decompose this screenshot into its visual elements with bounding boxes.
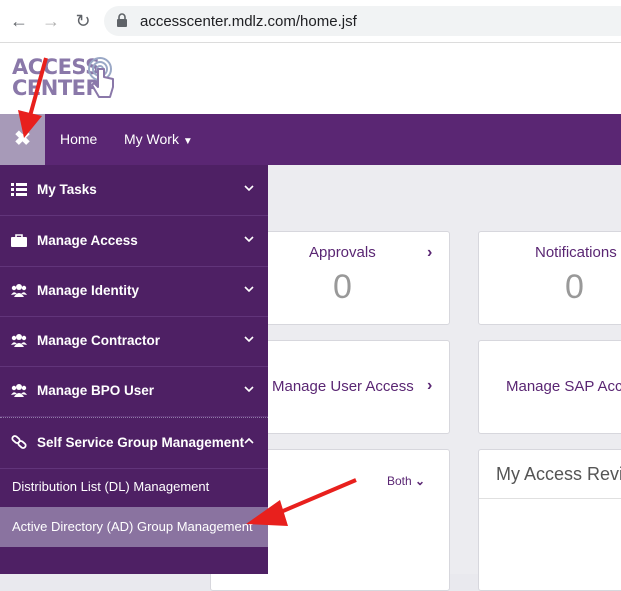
chevron-right-icon: › [427,377,433,394]
back-arrow-icon[interactable]: ← [8,10,30,32]
notifications-card[interactable]: Notifications 0 [478,231,621,325]
users-icon [11,284,27,297]
sidebar-item-self-service-group-management[interactable]: Self Service Group Management [0,417,268,469]
sidebar-item-my-tasks[interactable]: My Tasks [0,165,268,216]
notifications-count: 0 [565,268,584,306]
reload-icon[interactable]: ↻ [72,10,94,32]
sidebar-item-manage-access[interactable]: Manage Access [0,216,268,267]
approvals-count: 0 [333,268,352,306]
users-icon [11,384,27,397]
browser-toolbar: ← → ↻ accesscenter.mdlz.com/home.jsf [0,0,621,43]
sidebar-item-label: Manage BPO User [37,383,155,398]
nav-home[interactable]: Home [60,131,97,147]
briefcase-icon [11,234,27,247]
users-icon [11,334,27,347]
chevron-down-icon [244,185,254,192]
sidebar-subitem-ad-group-management[interactable]: Active Directory (AD) Group Management [0,507,268,547]
my-access-review-card: My Access Revi [478,449,621,591]
forward-arrow-icon[interactable]: → [40,10,62,32]
sidebar-item-label: Manage Contractor [37,333,161,348]
chevron-down-icon [244,236,254,243]
filter-dropdown[interactable]: Both ⌄ [387,474,425,488]
address-bar[interactable]: accesscenter.mdlz.com/home.jsf [104,6,621,36]
manage-sap-access-card[interactable]: Manage SAP Acc [478,340,621,434]
close-icon: ✖ [14,128,31,150]
app-header: ACCESS CENTER [0,43,621,114]
manage-sap-title: Manage SAP Acc [506,378,621,395]
sidebar-item-label: Self Service Group Management [37,435,245,450]
chevron-up-icon [244,437,254,444]
sidebar-subitem-label: Active Directory (AD) Group Management [12,519,253,534]
touch-hand-icon [88,57,114,98]
chevron-down-icon [244,386,254,393]
my-access-review-title: My Access Revi [496,464,621,484]
chevron-down-icon [244,286,254,293]
lock-icon [117,13,127,27]
top-navigation: ✖ Home My Work ▼ [0,114,621,165]
sidebar-item-label: Manage Access [37,233,138,248]
access-center-logo[interactable]: ACCESS CENTER [12,57,122,103]
sidebar-item-label: Manage Identity [37,283,140,298]
chevron-right-icon: › [427,244,433,261]
notifications-title: Notifications [535,244,617,261]
sidebar-subitem-distribution-list-management[interactable]: Distribution List (DL) Management [0,467,268,507]
sidebar-subitem-label: Distribution List (DL) Management [12,479,210,494]
sidebar-item-manage-identity[interactable]: Manage Identity [0,266,268,317]
approvals-title: Approvals [309,244,376,261]
sidebar-item-manage-bpo-user[interactable]: Manage BPO User [0,366,268,417]
url-text: accesscenter.mdlz.com/home.jsf [140,13,357,30]
list-icon [11,183,27,196]
chevron-down-icon: ⌄ [415,474,426,488]
close-menu-button[interactable]: ✖ [0,114,45,165]
manage-user-access-title: Manage User Access [272,378,414,395]
chevron-down-icon [244,336,254,343]
sidebar-menu: My Tasks Manage Access Manage Identity M… [0,165,268,574]
sidebar-item-manage-contractor[interactable]: Manage Contractor [0,316,268,367]
sidebar-item-label: My Tasks [37,182,97,197]
divider [479,498,621,499]
nav-my-work[interactable]: My Work ▼ [124,131,193,147]
link-icon [11,435,27,449]
caret-down-icon: ▼ [182,136,193,147]
